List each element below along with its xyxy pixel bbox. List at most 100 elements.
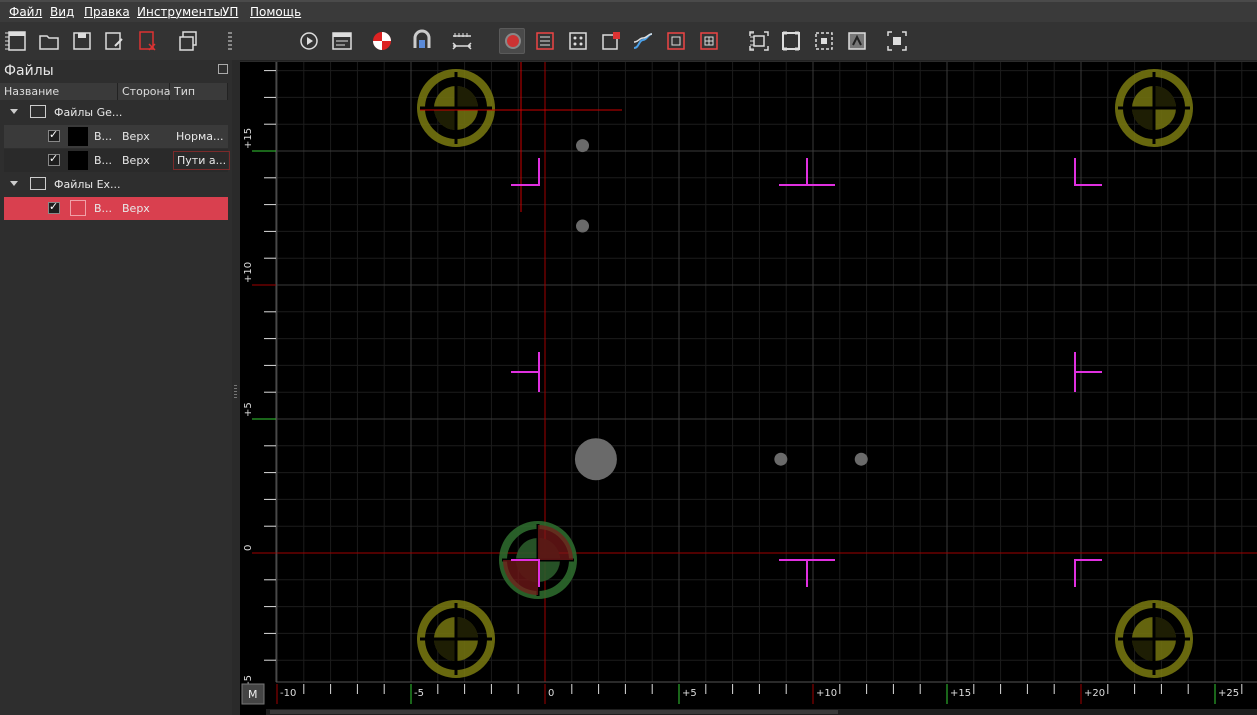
ruler-label-x: +25 xyxy=(1218,688,1239,699)
ruler-label-x: +20 xyxy=(1084,688,1105,699)
fiducial-target[interactable] xyxy=(1115,69,1193,147)
ruler-label-y: +10 xyxy=(243,262,254,283)
snap-button[interactable] xyxy=(844,28,870,54)
drill-target-button[interactable] xyxy=(369,28,395,54)
pad-hole-large xyxy=(574,438,617,481)
expand-arrow-icon[interactable] xyxy=(10,181,18,186)
panel-splitter[interactable] xyxy=(232,60,240,715)
column-header-type[interactable]: Тип xyxy=(170,83,228,100)
gcode-properties-button[interactable] xyxy=(329,28,355,54)
tree-group-excellon[interactable]: Файлы Ex... xyxy=(4,173,228,196)
pad-hole-small xyxy=(576,219,590,233)
mode-button-label: M xyxy=(248,688,258,701)
fiducial-target[interactable] xyxy=(417,69,495,147)
measure-button[interactable] xyxy=(449,28,475,54)
board-corner-mark xyxy=(1074,352,1102,392)
toolbar xyxy=(0,22,1257,61)
board-corner-mark xyxy=(511,158,540,186)
panel-float-icon[interactable] xyxy=(218,64,228,74)
file-side: Верх xyxy=(122,202,150,215)
thermal-icon xyxy=(413,29,431,48)
ruler-label-y: +15 xyxy=(243,128,254,149)
play-button[interactable] xyxy=(296,28,322,54)
visibility-checkbox[interactable] xyxy=(48,200,60,214)
dots-button[interactable] xyxy=(565,28,591,54)
scrollbar-thumb xyxy=(270,710,838,714)
layers-button[interactable] xyxy=(532,28,558,54)
files-panel: Файлы Название Сторона Тип Файлы Ge... В… xyxy=(0,60,232,715)
pcb-canvas[interactable]: -20-15-10-50+5+10+15+20+25+30+35+40+45+5… xyxy=(240,62,1257,715)
file-type: Норма... xyxy=(176,130,224,143)
menu-tools[interactable]: Инструменты xyxy=(137,5,223,19)
column-header-name[interactable]: Название xyxy=(0,83,118,100)
drill-file-icon xyxy=(70,200,86,216)
file-row[interactable]: В... Верх Норма... xyxy=(4,125,228,148)
close-file-button[interactable] xyxy=(134,28,160,54)
menu-edit[interactable]: Правка xyxy=(84,5,130,19)
fiducial-target[interactable] xyxy=(417,600,495,678)
board-corner-mark xyxy=(1074,158,1102,186)
new-file-icon xyxy=(8,31,26,51)
file-type-dropdown[interactable]: Пути а... xyxy=(173,151,231,170)
menu-file[interactable]: Файл xyxy=(9,5,42,19)
zoom-area-button[interactable] xyxy=(811,28,837,54)
select-button[interactable] xyxy=(884,28,910,54)
group-label: Файлы Ex... xyxy=(54,178,121,191)
ruler-label-x: +10 xyxy=(816,688,837,699)
snap-icon xyxy=(848,32,866,50)
zoom-all-button[interactable] xyxy=(778,28,804,54)
pad-hole-small xyxy=(854,452,868,466)
profile-button[interactable] xyxy=(598,28,624,54)
ruler-label-y: +5 xyxy=(243,402,254,417)
mode-button[interactable]: M xyxy=(241,683,265,705)
ruler-label-x: -10 xyxy=(280,688,296,699)
measure-icon xyxy=(452,33,472,50)
menu-up[interactable]: УП xyxy=(222,5,238,19)
zoom-area-icon xyxy=(815,32,833,50)
panel-title: Файлы xyxy=(4,63,54,79)
layers-icon xyxy=(536,32,554,50)
toolbar-grip[interactable] xyxy=(228,32,232,50)
ruler-label-x: +15 xyxy=(950,688,971,699)
drill-target-icon xyxy=(373,32,391,50)
matrix-icon xyxy=(700,32,718,50)
thermal-button[interactable] xyxy=(409,28,435,54)
pad-hole-small xyxy=(774,452,788,466)
path-button[interactable] xyxy=(630,28,656,54)
open-folder-button[interactable] xyxy=(36,28,62,54)
save-as-icon xyxy=(105,32,123,50)
file-side: Верх xyxy=(122,130,150,143)
expand-arrow-icon[interactable] xyxy=(10,109,18,114)
save-button[interactable] xyxy=(69,28,95,54)
visibility-checkbox[interactable] xyxy=(48,128,60,142)
gcode-properties-icon xyxy=(332,32,352,50)
matrix-button[interactable] xyxy=(696,28,722,54)
column-header-side[interactable]: Сторона xyxy=(118,83,170,100)
save-icon xyxy=(73,32,91,50)
group-label: Файлы Ge... xyxy=(54,106,123,119)
record-button[interactable] xyxy=(499,28,525,54)
ruler-label-x: +5 xyxy=(682,688,697,699)
menu-help[interactable]: Помощь xyxy=(250,5,301,19)
menu-view[interactable]: Вид xyxy=(50,5,74,19)
tree-group-gerber[interactable]: Файлы Ge... xyxy=(4,101,228,124)
ruler-label-x: 0 xyxy=(548,688,554,699)
save-as-button[interactable] xyxy=(101,28,127,54)
file-side: Верх xyxy=(122,154,150,167)
board-corner-mark xyxy=(511,352,540,392)
board-corner-mark xyxy=(779,559,835,587)
save-all-button[interactable] xyxy=(175,28,201,54)
file-row[interactable]: В... Верх Пути а... xyxy=(4,149,231,172)
file-row-selected[interactable]: В... Верх xyxy=(4,197,228,220)
mirror-icon xyxy=(667,32,685,50)
fiducial-target[interactable] xyxy=(1115,600,1193,678)
select-icon xyxy=(887,31,907,51)
layer-color-swatch[interactable] xyxy=(68,127,88,146)
layer-color-swatch[interactable] xyxy=(68,151,88,170)
file-name: В... xyxy=(94,130,113,143)
zoom-fit-button[interactable] xyxy=(746,28,772,54)
new-file-button[interactable] xyxy=(4,28,30,54)
play-icon xyxy=(300,32,318,50)
mirror-button[interactable] xyxy=(663,28,689,54)
visibility-checkbox[interactable] xyxy=(48,152,60,166)
